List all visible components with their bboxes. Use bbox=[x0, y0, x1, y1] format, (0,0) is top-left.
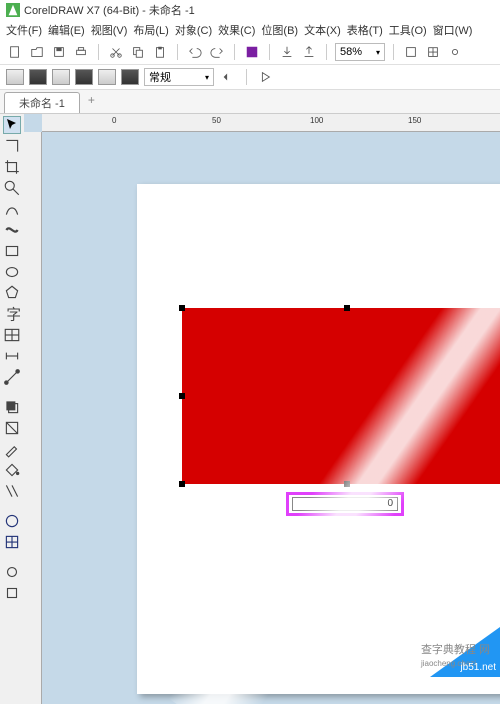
swatch-2[interactable] bbox=[29, 69, 47, 85]
swatch-3[interactable] bbox=[52, 69, 70, 85]
apply-style-button[interactable] bbox=[219, 68, 237, 86]
menu-edit[interactable]: 编辑(E) bbox=[48, 22, 85, 38]
menu-file[interactable]: 文件(F) bbox=[6, 22, 42, 38]
mesh-fill-tool[interactable] bbox=[3, 533, 21, 551]
freehand-tool[interactable] bbox=[3, 200, 21, 218]
separator bbox=[98, 44, 99, 60]
polygon-tool[interactable] bbox=[3, 284, 21, 302]
menu-layout[interactable]: 布局(L) bbox=[133, 22, 168, 38]
titlebar: CorelDRAW X7 (64-Bit) - 未命名 -1 bbox=[0, 0, 500, 20]
menu-tools[interactable]: 工具(O) bbox=[389, 22, 427, 38]
options-button[interactable] bbox=[446, 43, 464, 61]
menubar: 文件(F) 编辑(E) 视图(V) 布局(L) 对象(C) 效果(C) 位图(B… bbox=[0, 20, 500, 40]
title-text: CorelDRAW X7 (64-Bit) - 未命名 -1 bbox=[24, 2, 195, 18]
cut-button[interactable] bbox=[107, 43, 125, 61]
separator bbox=[177, 44, 178, 60]
zoom-tool[interactable] bbox=[3, 179, 21, 197]
style-value: 常规 bbox=[149, 69, 171, 85]
menu-bitmap[interactable]: 位图(B) bbox=[261, 22, 298, 38]
separator bbox=[326, 44, 327, 60]
snap-button[interactable] bbox=[402, 43, 420, 61]
ruler-horizontal: 0 50 100 150 200 bbox=[42, 114, 500, 132]
menu-text[interactable]: 文本(X) bbox=[304, 22, 341, 38]
menu-object[interactable]: 对象(C) bbox=[175, 22, 212, 38]
new-button[interactable] bbox=[6, 43, 24, 61]
save-button[interactable] bbox=[50, 43, 68, 61]
handle-top-mid[interactable] bbox=[344, 305, 350, 311]
transparency-tool[interactable] bbox=[3, 419, 21, 437]
document-tabs: 未命名 -1 + bbox=[0, 90, 500, 114]
separator bbox=[234, 44, 235, 60]
dimension-tool[interactable] bbox=[3, 347, 21, 365]
value-input[interactable]: 0 bbox=[292, 497, 398, 511]
table-tool[interactable] bbox=[3, 326, 21, 344]
shape-tool[interactable] bbox=[3, 137, 21, 155]
svg-text:字: 字 bbox=[6, 307, 21, 323]
connector-tool[interactable] bbox=[3, 368, 21, 386]
outline-tool[interactable] bbox=[3, 482, 21, 500]
import-button[interactable] bbox=[278, 43, 296, 61]
app-icon bbox=[6, 3, 20, 17]
separator bbox=[246, 69, 247, 85]
text-tool[interactable]: 字 bbox=[3, 305, 21, 323]
handle-top-left[interactable] bbox=[179, 305, 185, 311]
separator bbox=[269, 44, 270, 60]
copy-button[interactable] bbox=[129, 43, 147, 61]
separator bbox=[393, 44, 394, 60]
ruler-vertical bbox=[24, 132, 42, 704]
toolbox: 字 bbox=[0, 114, 24, 704]
rectangle-tool[interactable] bbox=[3, 242, 21, 260]
open-button[interactable] bbox=[28, 43, 46, 61]
standard-toolbar: 58% ▾ bbox=[0, 40, 500, 65]
menu-view[interactable]: 视图(V) bbox=[91, 22, 128, 38]
handle-bottom-mid[interactable] bbox=[344, 481, 350, 487]
ellipse-tool[interactable] bbox=[3, 263, 21, 281]
artistic-media-tool[interactable] bbox=[3, 221, 21, 239]
zoom-dropdown[interactable]: 58% ▾ bbox=[335, 43, 385, 61]
crop-tool[interactable] bbox=[3, 158, 21, 176]
swatch-4[interactable] bbox=[75, 69, 93, 85]
fill-tool[interactable] bbox=[3, 461, 21, 479]
pick-tool[interactable] bbox=[3, 116, 21, 134]
chevron-down-icon: ▾ bbox=[376, 48, 380, 57]
canvas-background: 0 bbox=[42, 132, 500, 704]
property-toolbar: 常规 ▾ bbox=[0, 65, 500, 90]
canvas-area[interactable]: 0 50 100 150 200 0 bbox=[24, 114, 500, 704]
selected-rectangle[interactable] bbox=[182, 308, 500, 484]
chevron-down-icon: ▾ bbox=[205, 73, 209, 82]
zoom-value: 58% bbox=[340, 46, 362, 58]
dropshadow-tool[interactable] bbox=[3, 398, 21, 416]
extra-tool-2[interactable] bbox=[3, 584, 21, 602]
tab-document[interactable]: 未命名 -1 bbox=[4, 92, 80, 113]
extra-tool-1[interactable] bbox=[3, 563, 21, 581]
handle-bottom-left[interactable] bbox=[179, 481, 185, 487]
smart-fill-tool[interactable] bbox=[3, 512, 21, 530]
corner-badge-text: jb51.net bbox=[460, 662, 496, 673]
undo-button[interactable] bbox=[186, 43, 204, 61]
menu-table[interactable]: 表格(T) bbox=[347, 22, 383, 38]
handle-mid-left[interactable] bbox=[179, 393, 185, 399]
swatch-6[interactable] bbox=[121, 69, 139, 85]
menu-window[interactable]: 窗口(W) bbox=[433, 22, 473, 38]
eyedropper-tool[interactable] bbox=[3, 440, 21, 458]
paste-button[interactable] bbox=[151, 43, 169, 61]
workspace: 字 0 50 100 150 200 bbox=[0, 114, 500, 704]
print-button[interactable] bbox=[72, 43, 90, 61]
highlighted-input-box: 0 bbox=[286, 492, 404, 516]
menu-effect[interactable]: 效果(C) bbox=[218, 22, 255, 38]
tab-add-button[interactable]: + bbox=[80, 90, 103, 113]
grid-button[interactable] bbox=[424, 43, 442, 61]
export-button[interactable] bbox=[300, 43, 318, 61]
launch-button[interactable] bbox=[243, 43, 261, 61]
swatch-1[interactable] bbox=[6, 69, 24, 85]
swatch-5[interactable] bbox=[98, 69, 116, 85]
hint-button[interactable] bbox=[256, 68, 274, 86]
redo-button[interactable] bbox=[208, 43, 226, 61]
style-dropdown[interactable]: 常规 ▾ bbox=[144, 68, 214, 86]
